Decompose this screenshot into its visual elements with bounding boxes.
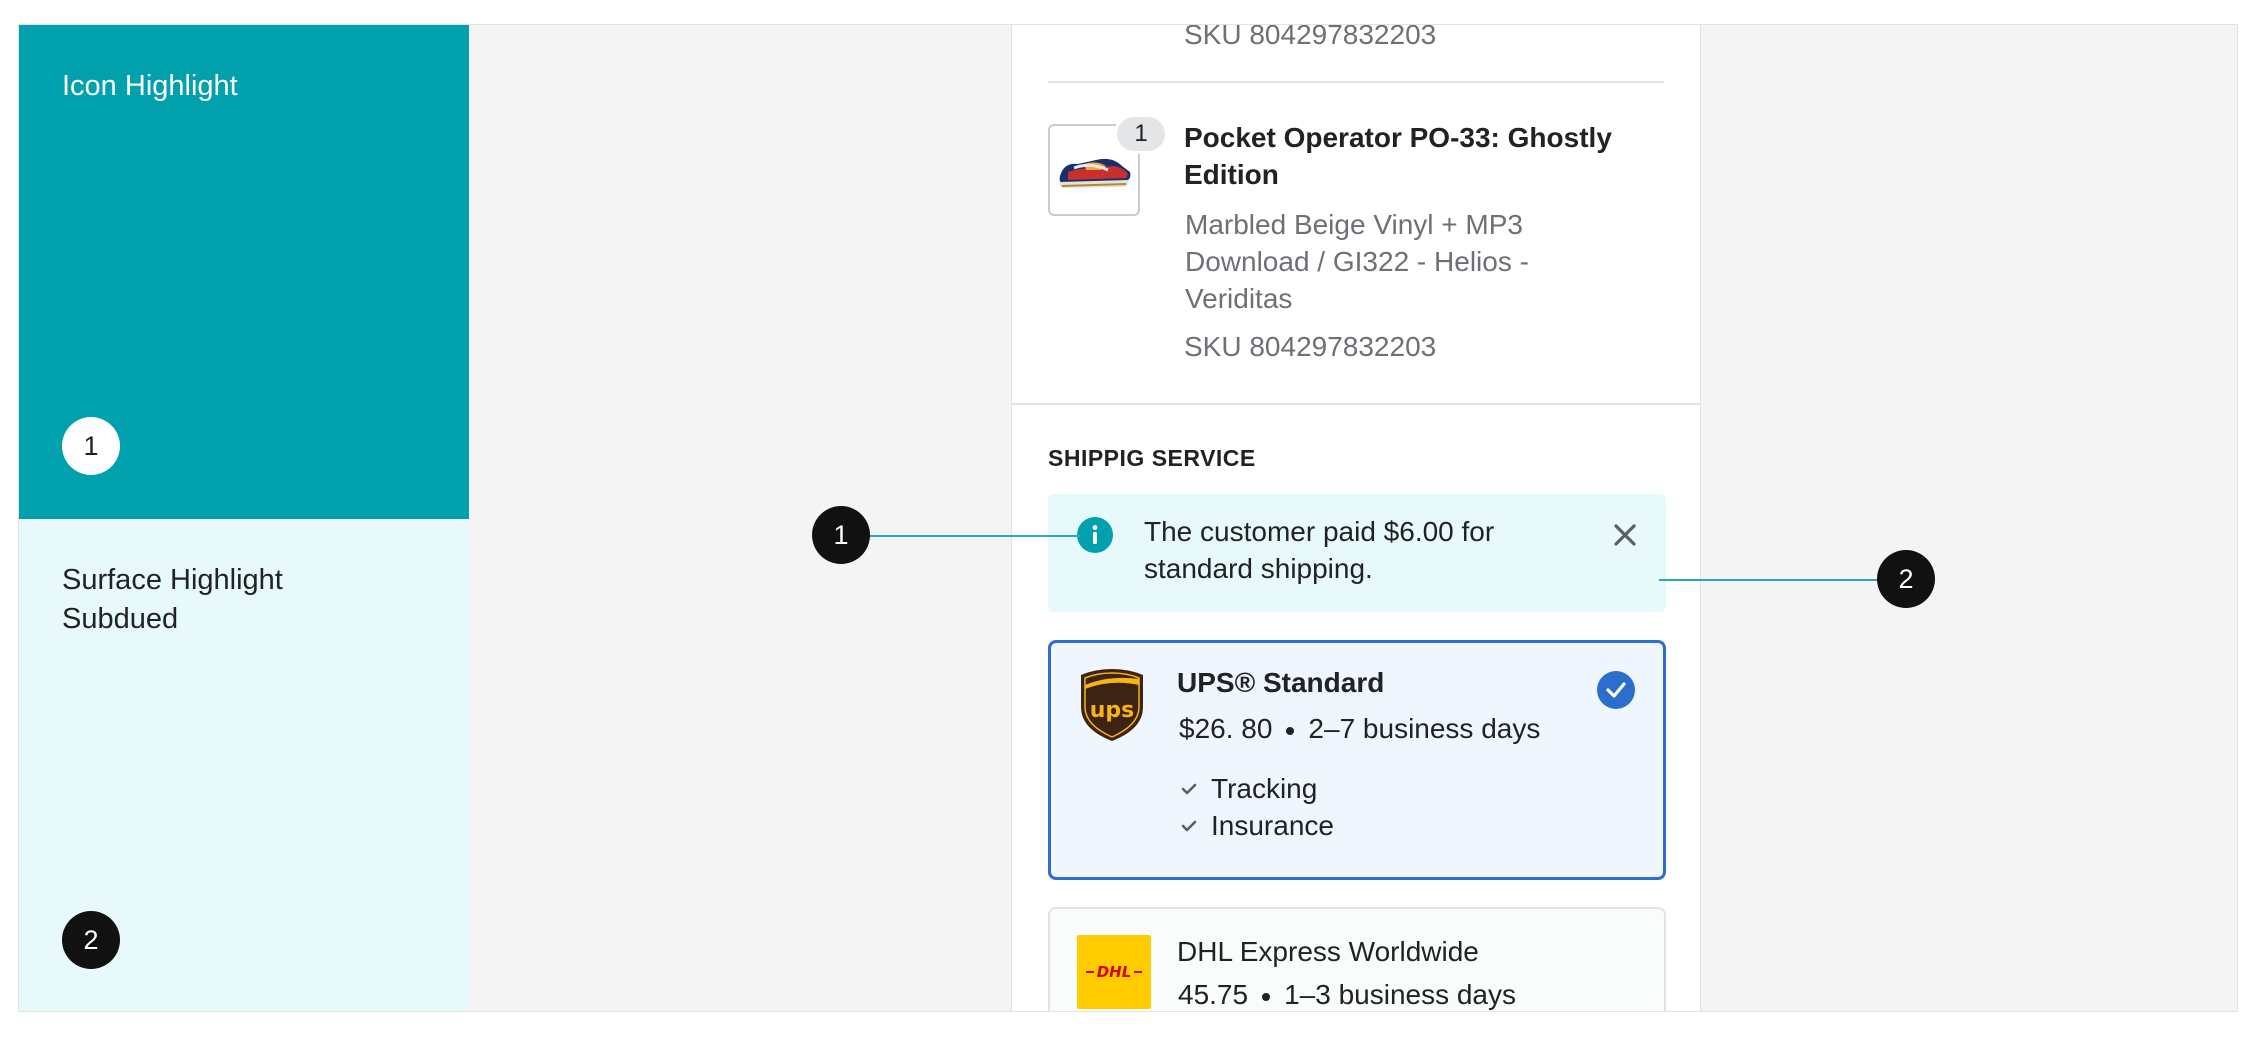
- rate-name: UPS® Standard: [1177, 667, 1385, 698]
- checkmark-icon: [1181, 820, 1197, 831]
- product-variant: Marbled Beige Vinyl + MP3 Download / GI3…: [1185, 209, 1529, 314]
- rate-price-delivery: 45.75 1–3 business days: [1178, 979, 1516, 1011]
- previous-item-sku: SKU 804297832203: [1184, 24, 1437, 50]
- rate-price-delivery: $26. 80 2–7 business days: [1179, 713, 1540, 745]
- canvas: Icon Highlight 1 Surface Highlight Subdu…: [18, 24, 2238, 1012]
- swatch-number: 1: [62, 417, 120, 475]
- shipping-rate-ups[interactable]: ups UPS® Standard $26. 80 2–7 business da…: [1048, 640, 1666, 880]
- rate-delivery: 1–3 business days: [1284, 979, 1517, 1010]
- callout-line-2: [1659, 579, 1909, 581]
- dhl-wordmark-icon: DHL: [1086, 963, 1142, 981]
- rate-name: DHL Express Worldwide: [1177, 936, 1479, 967]
- surface-highlight-swatch: Surface Highlight Subdued 2: [19, 519, 469, 1011]
- order-panel: SKU 804297832203 1 Pocket Operator PO-33…: [1011, 24, 1701, 1011]
- shipping-rate-dhl[interactable]: DHL DHL Express Worldwide 45.75 1–3 busin…: [1048, 907, 1666, 1011]
- shipping-service-heading: SHIPPIG SERVICE: [1048, 445, 1256, 471]
- dhl-logo: DHL: [1077, 935, 1151, 1009]
- svg-text:DHL: DHL: [1097, 963, 1132, 981]
- swatch-title: Icon Highlight: [62, 70, 238, 102]
- feature-label: Tracking: [1211, 773, 1318, 804]
- callout-number-1: 1: [812, 506, 870, 564]
- callout-number-2: 2: [1877, 550, 1935, 608]
- feature-item: Tracking: [1179, 770, 1334, 807]
- close-icon[interactable]: [1606, 516, 1644, 554]
- swatch-title: Surface Highlight Subdued: [62, 564, 283, 635]
- svg-text:ups: ups: [1090, 698, 1135, 723]
- rate-delivery: 2–7 business days: [1308, 713, 1541, 744]
- shipping-info-banner: The customer paid $6.00 for standard shi…: [1048, 494, 1666, 612]
- banner-message: The customer paid $6.00 for standard shi…: [1144, 516, 1495, 584]
- rate-features: Tracking Insurance: [1179, 770, 1334, 844]
- section-divider: [1012, 403, 1700, 405]
- product-sku: SKU 804297832203: [1184, 331, 1437, 362]
- bullet-separator: [1286, 726, 1295, 735]
- ups-logo: ups: [1081, 669, 1143, 741]
- rate-price: $26. 80: [1179, 713, 1273, 744]
- checkmark-icon: [1181, 783, 1197, 794]
- bullet-separator: [1262, 992, 1271, 1001]
- product-name: Pocket Operator PO-33: Ghostly Edition: [1184, 122, 1612, 190]
- quantity-badge: 1: [1114, 114, 1168, 154]
- feature-item: Insurance: [1179, 807, 1334, 844]
- info-icon: [1077, 517, 1113, 553]
- feature-label: Insurance: [1211, 810, 1334, 841]
- rate-price: 45.75: [1178, 979, 1249, 1010]
- callout-line-1: [861, 535, 1081, 537]
- swatch-number: 2: [62, 911, 120, 969]
- product-thumbnail[interactable]: 1: [1048, 114, 1168, 216]
- selected-check-icon: [1597, 671, 1635, 709]
- icon-highlight-swatch: Icon Highlight 1: [19, 25, 469, 519]
- divider: [1048, 81, 1664, 83]
